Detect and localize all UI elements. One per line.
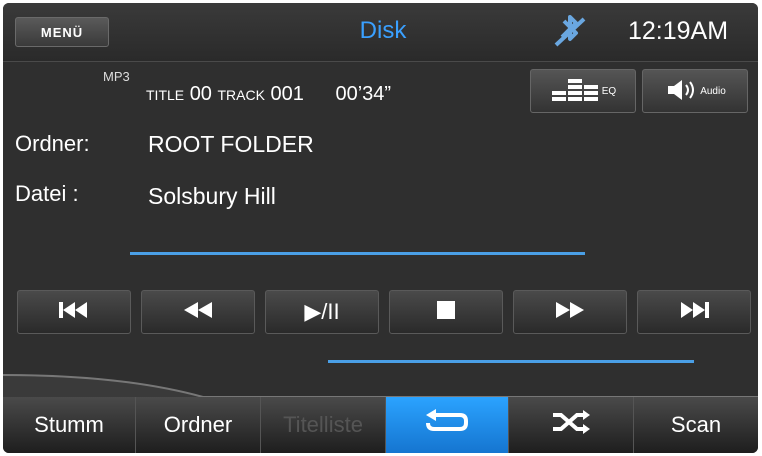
format-label: MP3 (103, 69, 130, 84)
top-bar: MENÜ Disk 12:19AM (3, 3, 758, 62)
speaker-icon (664, 78, 700, 105)
file-value: Solsbury Hill (148, 183, 276, 209)
car-media-screen: MENÜ Disk 12:19AM MP3 TITLE 00 TRACK 001… (3, 3, 758, 453)
audio-label: Audio (700, 85, 726, 97)
progress-bar[interactable] (130, 252, 585, 255)
tab-title-list[interactable]: Titelliste (261, 397, 386, 453)
bluetooth-off-icon (550, 15, 590, 51)
title-label: TITLE (146, 87, 185, 103)
play-pause-button[interactable]: ▶/II (265, 290, 379, 334)
audio-button[interactable]: Audio (642, 69, 748, 113)
next-track-button[interactable] (637, 290, 751, 334)
source-title: Disk (359, 17, 407, 44)
elapsed-time: 00’34” (335, 83, 392, 105)
tab-scan[interactable]: Scan (634, 397, 758, 453)
title-number: 00 (189, 83, 212, 105)
rewind-button[interactable] (141, 290, 255, 334)
track-label: TRACK (217, 87, 265, 103)
tab-shuffle[interactable] (509, 397, 634, 453)
folder-label: Ordner: (15, 131, 90, 156)
eq-button[interactable]: EQ (530, 69, 636, 113)
previous-track-button[interactable] (17, 290, 131, 334)
tab-mute[interactable]: Stumm (3, 397, 136, 453)
track-number: 001 (270, 83, 304, 105)
menu-button[interactable]: MENÜ (15, 17, 109, 47)
file-label: Datei : (15, 181, 79, 206)
tab-folder[interactable]: Ordner (136, 397, 261, 453)
tab-repeat[interactable] (386, 397, 509, 453)
rewind-icon (182, 300, 214, 325)
fast-forward-button[interactable] (513, 290, 627, 334)
repeat-icon (422, 409, 472, 441)
stop-icon (434, 300, 458, 325)
eq-label: EQ (601, 85, 617, 97)
volume-bar[interactable] (328, 360, 694, 363)
equalizer-icon (550, 77, 602, 106)
skip-next-icon (677, 300, 711, 325)
play-pause-icon: ▶/II (304, 299, 340, 324)
shuffle-icon (551, 410, 591, 440)
folder-value: ROOT FOLDER (148, 131, 314, 157)
fast-forward-icon (554, 300, 586, 325)
stop-button[interactable] (389, 290, 503, 334)
track-info-row: TITLE 00 TRACK 001 00’34” (146, 83, 391, 106)
skip-previous-icon (57, 300, 91, 325)
clock: 12:19AM (628, 17, 729, 45)
